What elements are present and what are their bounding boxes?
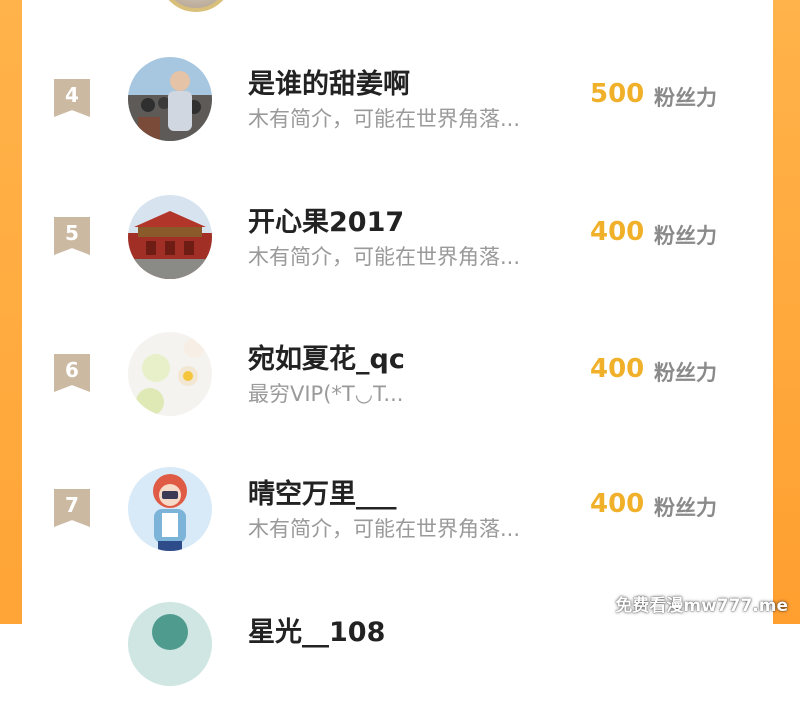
fan-power-score: 400 xyxy=(590,489,645,519)
fan-power-score: 400 xyxy=(590,354,645,384)
rank-badge: 5 xyxy=(54,217,90,255)
user-name[interactable]: 开心果2017 xyxy=(248,200,404,239)
fan-power-unit: 粉丝力 xyxy=(654,361,717,385)
user-bio: 木有简介，可能在世界角落... xyxy=(248,517,521,541)
rank-badge: 6 xyxy=(54,354,90,392)
user-name[interactable]: 星光__108 xyxy=(248,610,385,649)
user-bio: 最穷VIP(*T◡T... xyxy=(248,382,404,406)
avatar[interactable] xyxy=(128,602,212,686)
rank-badge: 7 xyxy=(54,489,90,527)
fan-power-unit: 粉丝力 xyxy=(654,496,717,520)
user-name[interactable]: 宛如夏花_qc xyxy=(248,337,405,376)
left-orange-border xyxy=(0,0,22,624)
list-item[interactable]: 5 开心果2017 木有简介，可能在世界角落... 400 粉丝力 xyxy=(22,195,773,295)
rank-badge: 4 xyxy=(54,79,90,117)
avatar[interactable] xyxy=(128,332,212,416)
list-item[interactable]: 7 晴空万里___ 木有简介，可能在世界角落... 400 粉丝力 xyxy=(22,467,773,567)
list-item[interactable]: 6 宛如夏花_qc 最穷VIP(*T◡T... 400 粉丝力 xyxy=(22,332,773,432)
fan-power-score: 400 xyxy=(590,217,645,247)
user-name[interactable]: 晴空万里___ xyxy=(248,472,397,511)
user-bio: 木有简介，可能在世界角落... xyxy=(248,107,521,131)
fan-power-unit: 粉丝力 xyxy=(654,224,717,248)
right-orange-border xyxy=(773,0,800,624)
list-item[interactable]: 4 是谁的甜姜啊 木有简介，可能在世界角落... 500 粉丝力 xyxy=(22,57,773,157)
avatar[interactable] xyxy=(128,467,212,551)
user-name[interactable]: 是谁的甜姜啊 xyxy=(248,62,410,101)
avatar[interactable] xyxy=(159,0,233,12)
user-bio: 木有简介，可能在世界角落... xyxy=(248,245,521,269)
site-watermark: 免费看漫mw777.me xyxy=(615,596,788,616)
leaderboard-card: 4 是谁的甜姜啊 木有简介，可能在世界角落... 500 粉丝力 5 开心果20… xyxy=(22,0,773,686)
fan-power-unit: 粉丝力 xyxy=(654,86,717,110)
avatar[interactable] xyxy=(128,57,212,141)
fan-power-score: 500 xyxy=(590,79,645,109)
avatar[interactable] xyxy=(128,195,212,279)
